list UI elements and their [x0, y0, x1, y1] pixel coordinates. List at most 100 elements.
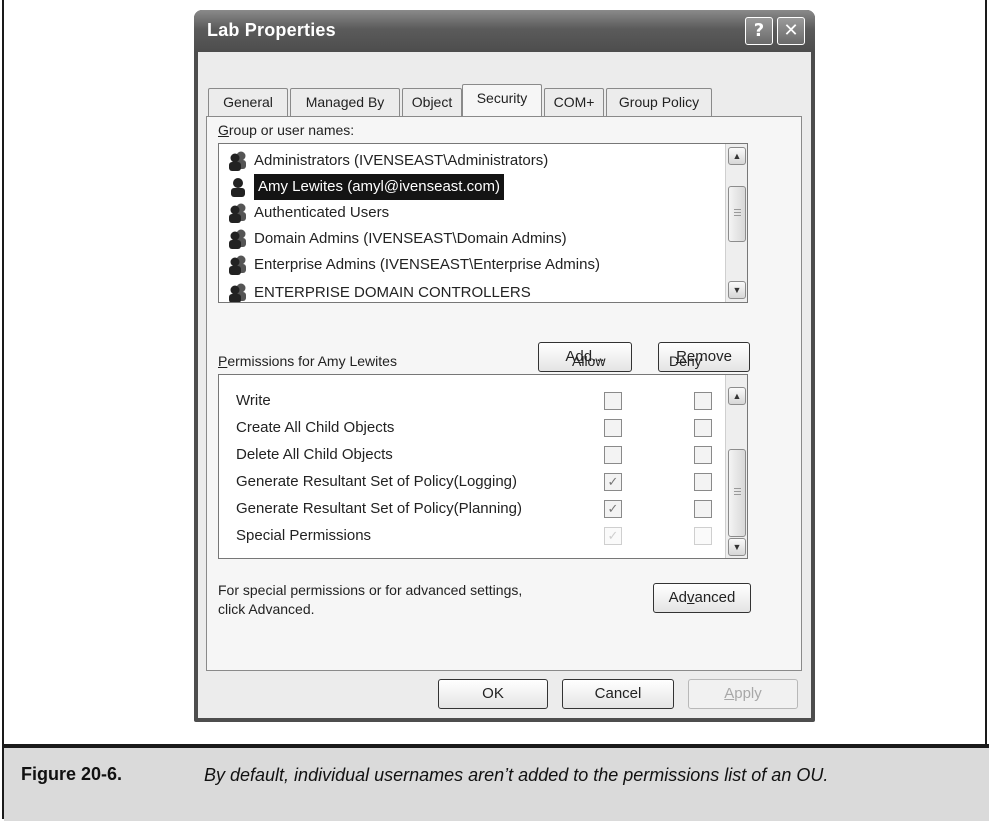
permissions-scrollbar[interactable]: ▲ ▼ [725, 375, 747, 558]
list-item-label: Domain Admins (IVENSEAST\Domain Admins) [254, 230, 567, 247]
close-icon: ✕ [783, 20, 799, 41]
deny-checkbox[interactable] [694, 446, 712, 464]
accesskey-p: P [218, 353, 228, 369]
accesskey-g: G [218, 122, 229, 138]
checkmark-icon: ✓ [607, 474, 619, 489]
user-icon [231, 178, 245, 197]
permission-name: Delete All Child Objects [236, 446, 393, 463]
grip-line [734, 494, 741, 495]
permission-name: Generate Resultant Set of Policy(Logging… [236, 473, 517, 490]
permission-row: Create All Child Objects [219, 415, 727, 442]
chevron-up-icon: ▲ [732, 151, 742, 161]
permission-name: Create All Child Objects [236, 419, 395, 436]
figure-caption: Figure 20-6. By default, individual user… [4, 748, 989, 821]
help-button[interactable]: ? [745, 17, 773, 45]
ok-button[interactable]: OK [438, 679, 548, 709]
allow-checkbox[interactable] [604, 446, 622, 464]
chevron-up-icon: ▲ [732, 391, 742, 401]
grip-line [734, 209, 741, 210]
list-item-label: Administrators (IVENSEAST\Administrators… [254, 152, 549, 169]
group-icon [229, 151, 246, 171]
list-item-label: Amy Lewites (amyl@ivenseast.com) [254, 174, 504, 200]
chevron-down-icon: ▼ [732, 285, 742, 295]
deny-checkbox[interactable] [694, 473, 712, 491]
allow-checkbox-checked[interactable]: ✓ [604, 500, 622, 518]
grip-line [734, 215, 741, 216]
advanced-label-rest: anced [694, 589, 736, 606]
help-icon: ? [753, 20, 765, 41]
group-names-label-text: roup or user names: [228, 122, 355, 138]
group-icon [229, 283, 246, 302]
permission-name: Generate Resultant Set of Policy(Plannin… [236, 500, 522, 517]
properties-dialog: Lab Properties ? ✕ General Managed By Ob… [194, 10, 815, 722]
list-item-selected[interactable]: Amy Lewites (amyl@ivenseast.com) [227, 174, 737, 200]
advanced-label-a: Ad [668, 589, 687, 606]
chevron-down-icon: ▼ [732, 542, 742, 552]
caption-text: By default, individual usernames aren’t … [204, 765, 829, 785]
deny-checkbox[interactable] [694, 392, 712, 410]
grip-line [734, 488, 741, 489]
list-item-label: Enterprise Admins (IVENSEAST\Enterprise … [254, 256, 600, 273]
permission-row: Generate Resultant Set of Policy(Plannin… [219, 496, 727, 523]
advanced-button[interactable]: Advanced [653, 583, 751, 613]
dialog-title: Lab Properties [207, 20, 336, 40]
tab-group-policy[interactable]: Group Policy [606, 88, 712, 116]
scroll-down-button[interactable]: ▼ [728, 281, 746, 299]
allow-checkbox-checked[interactable]: ✓ [604, 473, 622, 491]
grip-line [734, 212, 741, 213]
group-user-listbox[interactable]: Administrators (IVENSEAST\Administrators… [218, 143, 748, 303]
deny-column-header: Deny [669, 353, 702, 369]
permission-name: Write [236, 392, 271, 409]
figure-frame: Lab Properties ? ✕ General Managed By Ob… [2, 0, 989, 821]
apply-label-key: A [724, 685, 735, 702]
close-button[interactable]: ✕ [777, 17, 805, 45]
permissions-list[interactable]: Write Create All Child Objects Delete Al… [218, 374, 748, 559]
group-icon [229, 203, 246, 223]
group-names-label: Group or user names: [218, 122, 354, 138]
advanced-note-line2: click Advanced. [218, 601, 315, 617]
list-item[interactable]: Enterprise Admins (IVENSEAST\Enterprise … [227, 252, 737, 278]
dialog-client-area: General Managed By Object Security COM+ … [198, 52, 811, 718]
group-icon [229, 255, 246, 275]
allow-checkbox[interactable] [604, 419, 622, 437]
group-icon [229, 229, 246, 249]
title-bar[interactable]: Lab Properties ? ✕ [194, 10, 815, 52]
grip-line [734, 491, 741, 492]
advanced-note: For special permissions or for advanced … [218, 581, 522, 619]
allow-checkbox[interactable] [604, 392, 622, 410]
permission-name: Special Permissions [236, 527, 372, 544]
checkmark-icon: ✓ [607, 528, 619, 543]
checkmark-icon: ✓ [607, 501, 619, 516]
tab-managed-by[interactable]: Managed By [290, 88, 400, 116]
list-item[interactable]: Administrators (IVENSEAST\Administrators… [227, 148, 737, 174]
apply-label-rest: pply [734, 685, 762, 702]
scroll-thumb[interactable] [728, 186, 746, 242]
list-item-label: Authenticated Users [254, 204, 390, 221]
list-item[interactable]: Authenticated Users [227, 200, 737, 226]
permissions-label: Permissions for Amy Lewites [218, 353, 397, 369]
scroll-up-button[interactable]: ▲ [728, 147, 746, 165]
permissions-label-text: ermissions for Amy Lewites [227, 353, 397, 369]
allow-checkbox-disabled: ✓ [604, 527, 622, 545]
scroll-down-button[interactable]: ▼ [728, 538, 746, 556]
scroll-thumb[interactable] [728, 449, 746, 537]
scroll-up-button[interactable]: ▲ [728, 387, 746, 405]
tab-security[interactable]: Security [462, 84, 542, 116]
tab-com-plus[interactable]: COM+ [544, 88, 604, 116]
list-item-label: ENTERPRISE DOMAIN CONTROLLERS [254, 284, 531, 301]
figure-label: Figure 20-6. [21, 764, 123, 784]
cancel-button[interactable]: Cancel [562, 679, 674, 709]
list-item[interactable]: ENTERPRISE DOMAIN CONTROLLERS [227, 280, 737, 302]
group-list-scrollbar[interactable]: ▲ ▼ [725, 144, 747, 302]
deny-checkbox[interactable] [694, 500, 712, 518]
permission-row: Generate Resultant Set of Policy(Logging… [219, 469, 727, 496]
list-item[interactable]: Domain Admins (IVENSEAST\Domain Admins) [227, 226, 737, 252]
permission-row: Delete All Child Objects [219, 442, 727, 469]
advanced-note-line1: For special permissions or for advanced … [218, 582, 523, 598]
tab-general[interactable]: General [208, 88, 288, 116]
tab-object[interactable]: Object [402, 88, 462, 116]
deny-checkbox[interactable] [694, 419, 712, 437]
permission-row: Write [219, 388, 727, 415]
apply-button[interactable]: Apply [688, 679, 798, 709]
deny-checkbox-disabled [694, 527, 712, 545]
